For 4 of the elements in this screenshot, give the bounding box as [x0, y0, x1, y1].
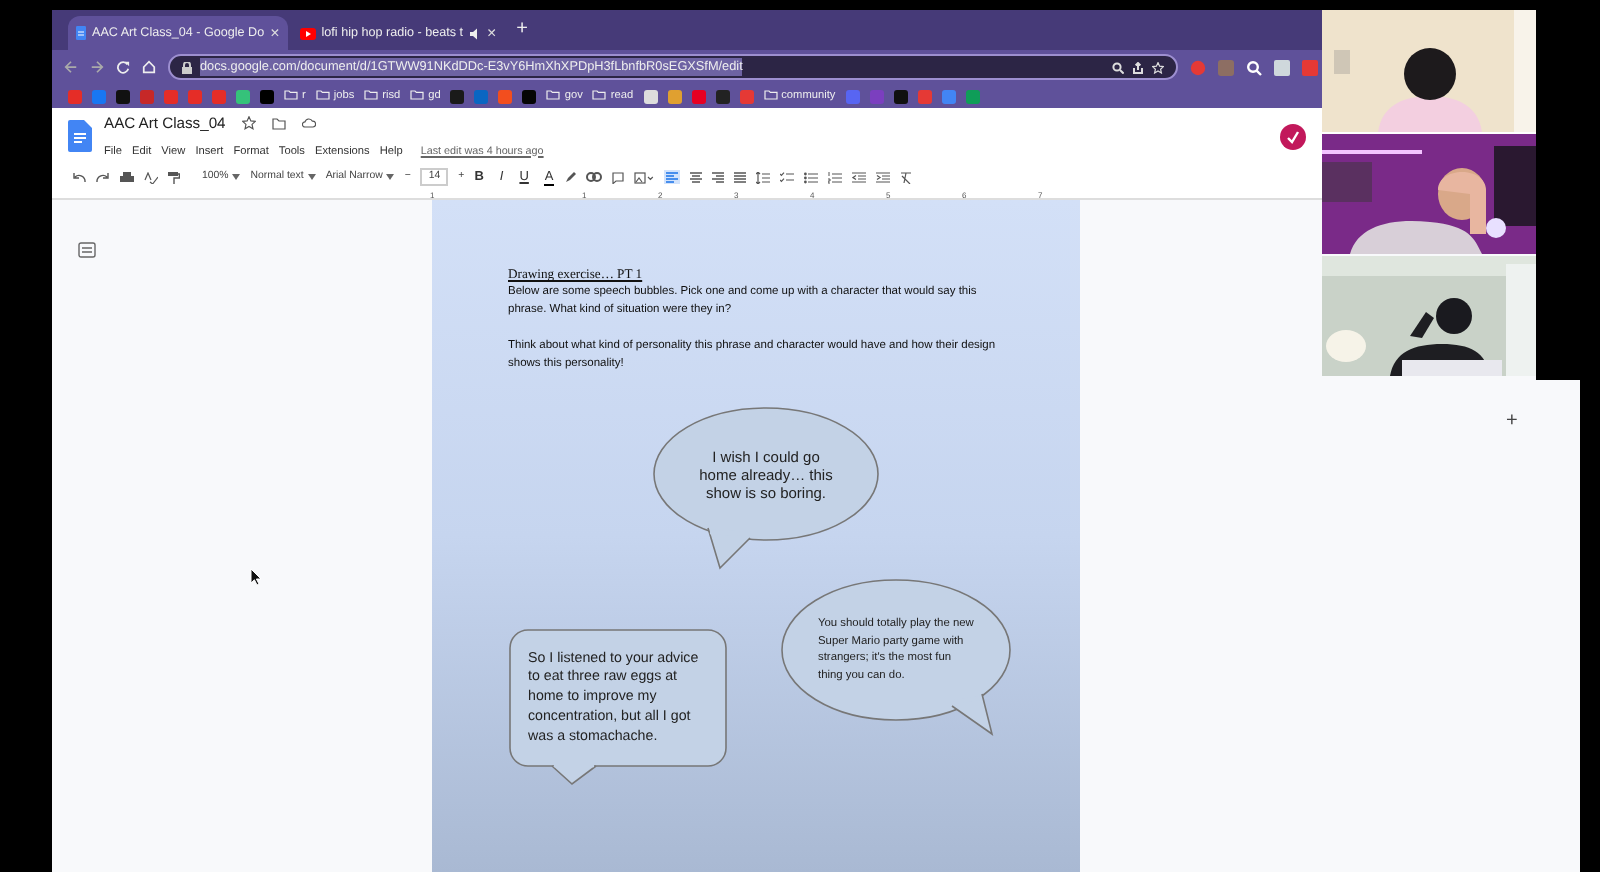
close-tab-button[interactable]: × — [487, 25, 497, 41]
close-tab-button[interactable]: × — [270, 25, 280, 41]
new-tab-button[interactable]: + — [516, 20, 529, 40]
add-button[interactable]: + — [1506, 412, 1518, 432]
